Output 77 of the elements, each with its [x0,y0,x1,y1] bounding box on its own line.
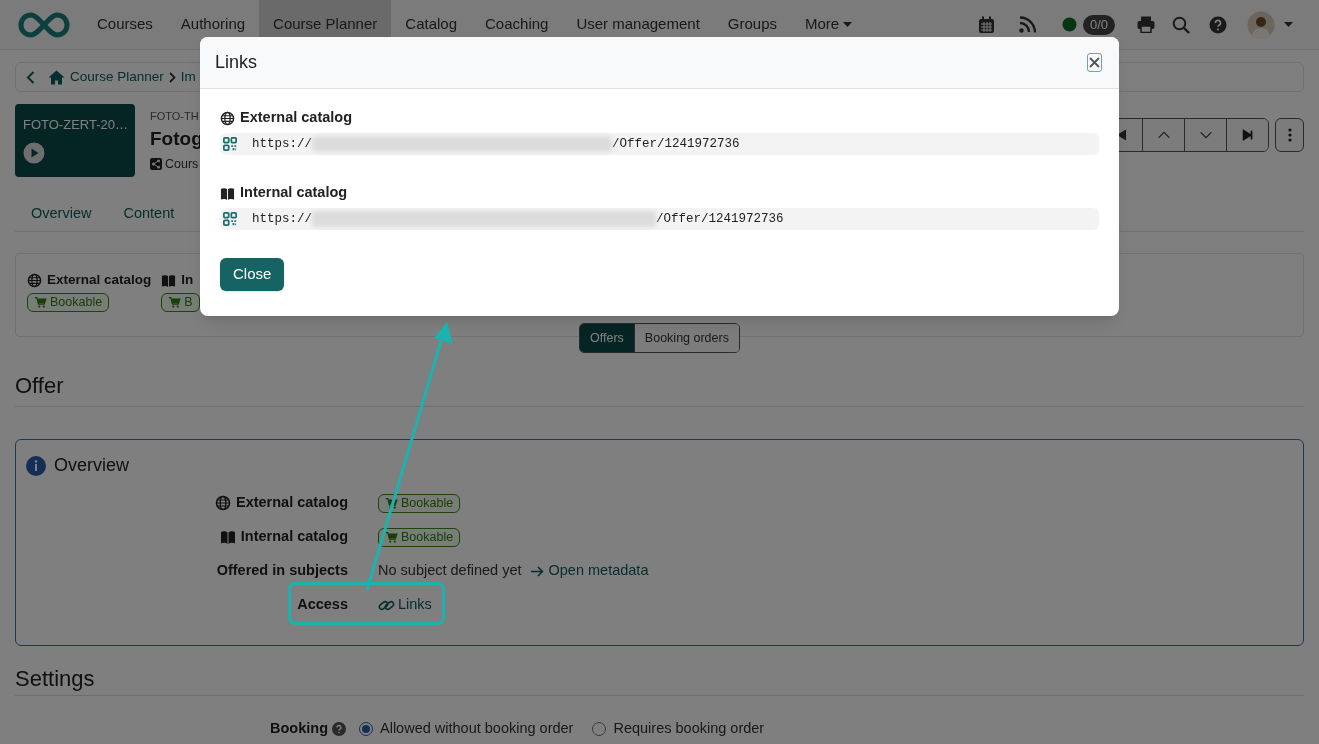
breadcrumb-link[interactable]: Course Planner [70,66,164,88]
book-icon [161,272,177,288]
infinity-logo-icon[interactable] [17,10,71,39]
breadcrumb-link[interactable]: Im [180,66,196,88]
url-start: https:// [252,135,312,153]
field-label: Access [297,595,348,615]
share-icon [150,157,162,170]
nav-tab[interactable]: Courses [83,0,167,49]
field-label: Internal catalog [240,527,348,547]
content-tab[interactable]: Content [107,201,191,231]
field-label: Booking [270,719,328,738]
catalog-label: In [181,271,194,289]
cart-icon [385,530,398,544]
info-icon [26,455,46,476]
bookable-badge: B [161,293,200,313]
counter-badge[interactable]: 0/0 [1082,14,1115,35]
help-icon[interactable] [332,721,346,736]
caret-icon [843,21,853,28]
url-box[interactable]: https:// /Offer/1241972736 [220,133,1099,155]
url-end: /Offer/1241972736 [656,210,784,228]
view-toggle[interactable]: Booking orders [633,324,739,352]
bookable-badge: Bookable [378,527,461,547]
status-dot-icon[interactable] [1061,17,1077,32]
catalog-label: External catalog [47,271,152,289]
course-thumbnail[interactable]: FOTO-ZERT-20… [15,104,135,177]
field-label: External catalog [236,493,348,513]
close-button[interactable]: Close [220,258,285,291]
course-type: Cours [165,155,199,173]
open-metadata-link[interactable]: Open metadata [531,560,649,582]
book-icon [219,529,236,545]
url-start: https:// [252,210,312,228]
last-button[interactable] [1226,119,1268,151]
printer-icon[interactable] [1137,16,1155,33]
field-label: Offered in subjects [216,561,348,581]
help-icon[interactable] [1209,15,1227,34]
more-actions-button[interactable] [1275,118,1304,152]
radio-option[interactable]: Requires booking order [592,718,765,740]
field-value: No subject defined yet [378,561,522,581]
bookable-badge: Bookable [27,293,110,313]
section-heading: Offer [15,369,1304,407]
calendar-icon[interactable] [977,15,995,34]
url-end: /Offer/1241972736 [612,135,740,153]
close-button[interactable] [1087,53,1102,72]
content-tab[interactable]: Overview [15,201,108,231]
links-link[interactable]: Links [378,594,432,616]
qr-code-icon[interactable] [223,137,237,151]
card-title: Overview [54,454,129,477]
chevron-icon [168,71,176,83]
caret-icon[interactable] [1284,21,1293,28]
view-toggle[interactable]: Offers [580,324,634,352]
back-chevron-icon[interactable] [26,70,35,84]
cart-icon [168,296,182,310]
section-heading: Settings [15,666,1304,696]
catalog-heading: Internal catalog [240,183,348,203]
globe-icon [215,495,231,511]
kebab-icon [1287,128,1292,142]
course-code: FOTO-TH [150,109,199,124]
rss-icon[interactable] [1018,16,1036,33]
cart-icon [34,296,47,310]
book-icon [220,185,235,201]
url-box[interactable]: https:// /Offer/1241972736 [220,208,1099,230]
dialog-title: Links [215,51,258,74]
globe-icon [220,110,235,126]
qr-code-icon[interactable] [223,212,237,226]
radio-option[interactable]: Allowed without booking order [359,718,574,740]
search-icon[interactable] [1172,15,1190,34]
skip-end-icon [1240,128,1255,142]
avatar-icon[interactable] [1247,10,1275,39]
globe-icon [27,272,42,288]
more-menu[interactable]: More [791,0,867,49]
cart-icon [385,496,398,510]
play-icon [23,141,45,164]
catalog-heading: External catalog [240,108,352,128]
thumbnail-label: FOTO-ZERT-20… [23,116,127,134]
arrow-right-icon [531,565,545,577]
home-icon[interactable] [48,69,65,85]
bookable-badge: Bookable [378,493,461,513]
